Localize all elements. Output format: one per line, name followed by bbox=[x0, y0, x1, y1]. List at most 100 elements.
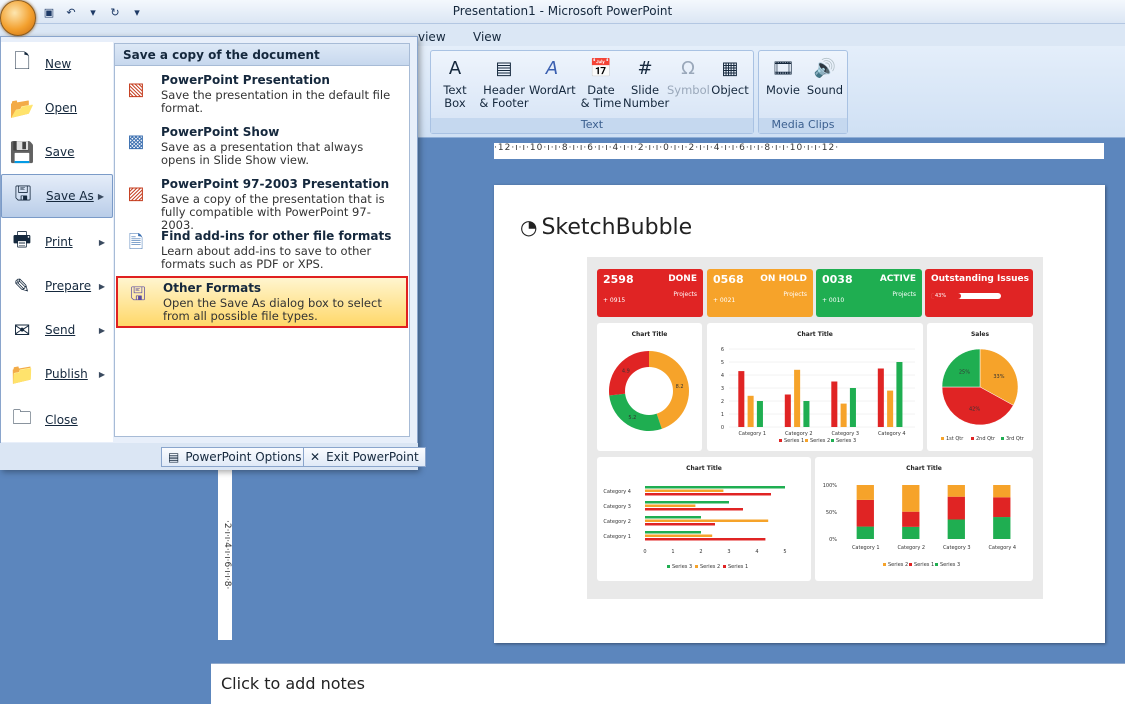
menu-item-save[interactable]: 💾 Save bbox=[1, 130, 113, 174]
donut-hole bbox=[625, 367, 673, 415]
column-bar bbox=[738, 371, 745, 427]
text-box-button[interactable]: A Text Box bbox=[435, 55, 475, 117]
hbar bbox=[645, 486, 785, 489]
option-title: PowerPoint 97-2003 Presentation bbox=[161, 177, 390, 191]
legend-swatch bbox=[667, 565, 670, 568]
office-button[interactable] bbox=[0, 0, 36, 36]
exit-powerpoint-button[interactable]: ✕ Exit PowerPoint bbox=[303, 447, 426, 467]
send-icon: ✉ bbox=[13, 318, 31, 342]
stacked-segment bbox=[947, 485, 965, 497]
powerpoint-options-button[interactable]: ▤ PowerPoint Options bbox=[161, 447, 309, 467]
close-icon: ✕ bbox=[310, 450, 321, 464]
y-tick-label: 0 bbox=[721, 425, 724, 431]
save-ppsx-option[interactable]: ▩ PowerPoint Show Save as a presentation t… bbox=[116, 122, 408, 172]
object-button[interactable]: ▦ Object bbox=[709, 55, 751, 117]
sound-icon: 🔊 bbox=[813, 57, 837, 79]
menu-item-open[interactable]: 📂 Open bbox=[1, 86, 113, 130]
option-desc: Save as a presentation that always opens… bbox=[161, 140, 364, 167]
header-footer-label: Header & Footer bbox=[479, 83, 529, 110]
find-addins-option[interactable]: 🗎 Find add-ins for other file formats Lear… bbox=[116, 226, 408, 276]
pie-data-label: 42% bbox=[969, 406, 980, 412]
sound-button[interactable]: 🔊 Sound bbox=[805, 55, 845, 117]
y-tick-label: 2 bbox=[721, 399, 724, 405]
movie-button[interactable]: 🎞 Movie bbox=[763, 55, 803, 117]
hbar bbox=[645, 508, 743, 511]
text-group-label: Text bbox=[431, 118, 753, 133]
chart-title: Chart Title bbox=[631, 331, 668, 338]
hbar bbox=[645, 519, 769, 522]
y-tick-label: 4 bbox=[721, 373, 724, 379]
publish-icon: 📁 bbox=[9, 362, 35, 386]
save-pptx-option[interactable]: ▧ PowerPoint Presentation Save the present… bbox=[116, 70, 408, 120]
column-bar bbox=[747, 395, 754, 427]
kpi-sub2: Projects bbox=[783, 291, 807, 298]
menu-item-label: Send bbox=[45, 323, 76, 337]
option-title: PowerPoint Show bbox=[161, 125, 280, 139]
date-time-button[interactable]: 📅 Date & Time bbox=[579, 55, 623, 117]
prepare-icon: ✎ bbox=[13, 274, 31, 298]
stacked-segment bbox=[993, 497, 1011, 518]
menu-item-print[interactable]: 🖶 Print ▶ bbox=[1, 220, 113, 264]
customize-qat-icon[interactable]: ▾ bbox=[128, 3, 146, 21]
other-formats-option[interactable]: 🖫 Other Formats Open the Save As dialog bo… bbox=[116, 276, 408, 328]
hbar bbox=[645, 516, 701, 519]
sound-label: Sound bbox=[806, 83, 844, 97]
issues-progress-fill: 43% bbox=[931, 293, 962, 299]
column-bar bbox=[887, 390, 894, 427]
object-label: Object bbox=[711, 83, 749, 97]
legend-swatch bbox=[695, 565, 698, 568]
dashboard-graphic: 2598 DONE + 0915 Projects 0568 ON HOLD +… bbox=[587, 257, 1043, 599]
menu-item-publish[interactable]: 📁 Publish ▶ bbox=[1, 352, 113, 396]
redo-icon[interactable]: ↻ bbox=[106, 3, 124, 21]
column-bar bbox=[896, 362, 903, 427]
submenu-arrow-icon: ▶ bbox=[98, 369, 105, 379]
hbar bbox=[645, 489, 724, 492]
header-footer-button[interactable]: ▤ Header & Footer bbox=[479, 55, 529, 117]
chart-card-column: Chart Title 0 1 2 3 4 5 6 Category 1 Category 2 C… bbox=[707, 323, 923, 451]
logo-text: SketchBubble bbox=[541, 214, 693, 240]
date-time-icon: 📅 bbox=[589, 57, 613, 79]
menu-item-save-as[interactable]: 🖫 Save As ▶ bbox=[1, 174, 113, 218]
legend-label: 1st Qtr bbox=[946, 436, 964, 442]
y-tick-label: 6 bbox=[721, 347, 724, 353]
stacked-segment bbox=[993, 517, 1011, 539]
menu-item-prepare[interactable]: ✎ Prepare ▶ bbox=[1, 264, 113, 308]
symbol-button[interactable]: Ω Symbol bbox=[667, 55, 710, 117]
tab-view[interactable]: View bbox=[473, 30, 501, 44]
save-ppt97-option[interactable]: ▨ PowerPoint 97-2003 Presentation Save a c… bbox=[116, 174, 408, 232]
options-icon: ▤ bbox=[168, 450, 180, 464]
options-label: PowerPoint Options bbox=[185, 450, 302, 464]
column-bar bbox=[840, 403, 847, 427]
menu-item-label: Print bbox=[45, 235, 73, 249]
notes-pane[interactable]: Click to add notes bbox=[211, 663, 1125, 704]
wordart-icon: A bbox=[545, 57, 559, 79]
save-icon[interactable]: ▣ bbox=[40, 3, 58, 21]
kpi-sub: + 0010 bbox=[822, 297, 845, 304]
menu-item-new[interactable]: 🗋 New bbox=[1, 42, 113, 86]
kpi-sub2: Projects bbox=[892, 291, 916, 298]
kpi-sub: + 0915 bbox=[603, 297, 626, 304]
stacked-segment bbox=[947, 519, 965, 539]
slide-number-button[interactable]: # Slide Number bbox=[623, 55, 669, 117]
stacked-segment bbox=[902, 485, 920, 512]
legend-label: Series 2 bbox=[810, 438, 830, 444]
option-title: PowerPoint Presentation bbox=[161, 73, 330, 87]
x-tick-label: Category 1 bbox=[738, 431, 766, 437]
quick-access-toolbar: ▣ ↶ ▾ ↻ ▾ bbox=[40, 2, 146, 22]
ppt-97-icon: ▨ bbox=[127, 182, 145, 204]
menu-item-send[interactable]: ✉ Send ▶ bbox=[1, 308, 113, 352]
object-icon: ▦ bbox=[721, 57, 739, 79]
wordart-button[interactable]: A WordArt bbox=[529, 55, 576, 117]
symbol-label: Symbol bbox=[667, 83, 710, 97]
menu-item-label: Open bbox=[45, 101, 78, 115]
kpi-label: DONE bbox=[668, 274, 697, 284]
chart-card-stacked: Chart Title 0% 50% 100% Category 1 Category … bbox=[815, 457, 1033, 581]
legend-label: Series 2 bbox=[888, 562, 908, 568]
tab-review[interactable]: view bbox=[418, 30, 446, 44]
option-title: Find add-ins for other file formats bbox=[161, 229, 392, 243]
option-desc: Learn about add-ins to save to other for… bbox=[161, 244, 372, 271]
undo-icon[interactable]: ↶ bbox=[62, 3, 80, 21]
undo-dropdown-icon[interactable]: ▾ bbox=[84, 3, 102, 21]
save-icon: 💾 bbox=[9, 140, 35, 164]
menu-item-close[interactable]: 🗀 Close bbox=[1, 398, 113, 442]
